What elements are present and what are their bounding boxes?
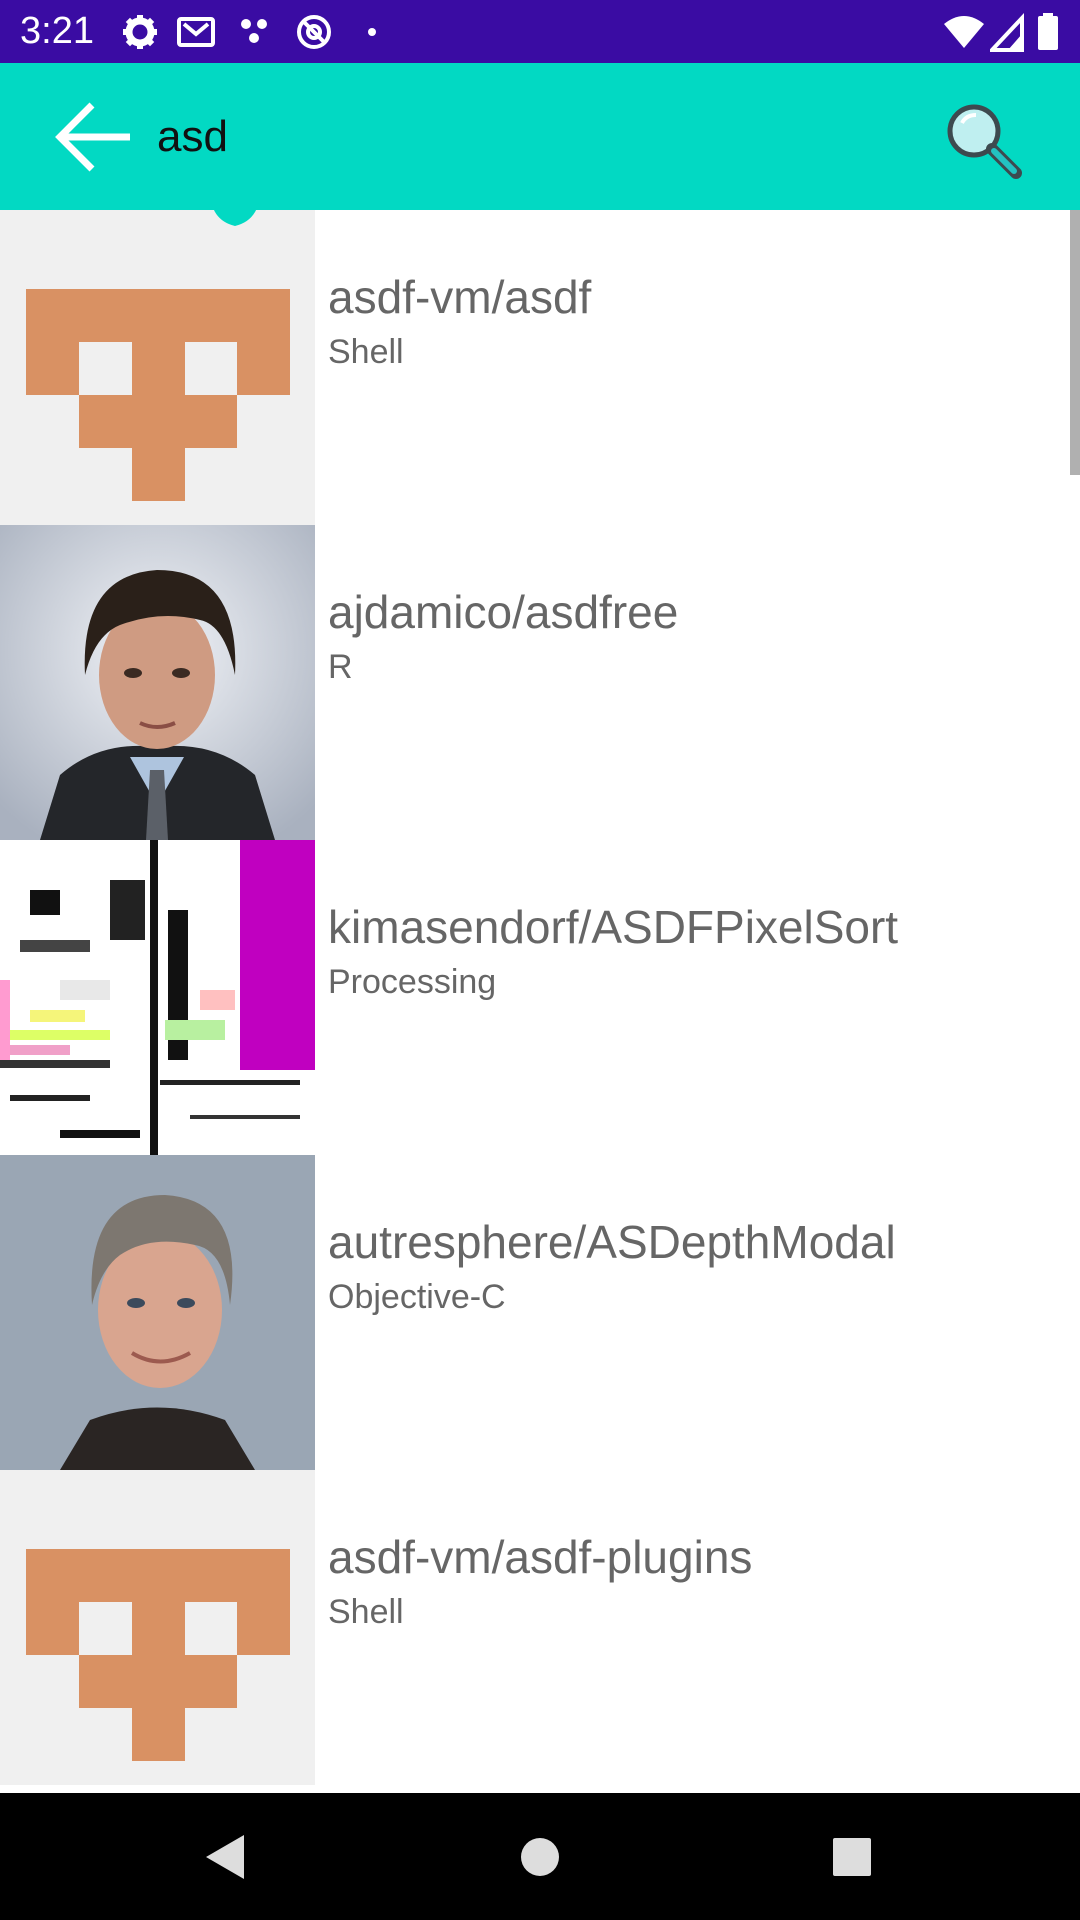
- search-query-text[interactable]: asd: [157, 111, 228, 163]
- sync-off-icon: [297, 15, 331, 49]
- list-item[interactable]: asdf-vm/asdf-plugins Shell: [0, 1470, 1080, 1785]
- repo-name: asdf-vm/asdf: [328, 271, 592, 323]
- refresh-pull-indicator: [210, 190, 260, 226]
- repo-language: Objective-C: [328, 1278, 506, 1316]
- portrait-avatar: [0, 1155, 315, 1470]
- back-triangle-icon[interactable]: [184, 1815, 268, 1899]
- gmail-icon: [177, 17, 215, 47]
- status-bar: 3:21: [0, 0, 1080, 63]
- arrow-back-icon[interactable]: [48, 93, 136, 181]
- dot-icon: [368, 28, 376, 36]
- identicon-avatar: [0, 210, 315, 525]
- repo-language: R: [328, 648, 353, 686]
- pixel-sort-avatar: [0, 840, 315, 1155]
- home-circle-icon[interactable]: [498, 1815, 582, 1899]
- scrollbar-thumb[interactable]: [1070, 210, 1080, 475]
- portrait-avatar: [0, 525, 315, 840]
- signal-icon: [990, 12, 1024, 52]
- repo-language: Shell: [328, 1593, 404, 1631]
- search-app-bar: asd: [0, 63, 1080, 210]
- system-nav-bar: [0, 1793, 1080, 1920]
- settings-icon: [123, 15, 157, 49]
- repo-name: autresphere/ASDepthModal: [328, 1216, 896, 1268]
- battery-icon: [1038, 13, 1058, 50]
- recents-square-icon[interactable]: [810, 1815, 894, 1899]
- list-item[interactable]: ajdamico/asdfree R: [0, 525, 1080, 840]
- repo-name: asdf-vm/asdf-plugins: [328, 1531, 753, 1583]
- status-time: 3:21: [20, 10, 94, 52]
- list-item[interactable]: kimasendorf/ASDFPixelSort Processing: [0, 840, 1080, 1155]
- search-icon[interactable]: [936, 93, 1032, 189]
- identicon-avatar: [0, 1470, 315, 1785]
- dots-icon: [241, 19, 267, 43]
- wifi-icon: [944, 16, 984, 48]
- repository-results-list[interactable]: asdf-vm/asdf Shell ajdamico/asdfree R ki…: [0, 210, 1080, 1793]
- repo-name: kimasendorf/ASDFPixelSort: [328, 901, 899, 953]
- repo-language: Shell: [328, 333, 404, 371]
- repo-name: ajdamico/asdfree: [328, 586, 679, 638]
- list-item[interactable]: asdf-vm/asdf Shell: [0, 210, 1080, 525]
- repo-language: Processing: [328, 963, 497, 1001]
- list-item[interactable]: autresphere/ASDepthModal Objective-C: [0, 1155, 1080, 1470]
